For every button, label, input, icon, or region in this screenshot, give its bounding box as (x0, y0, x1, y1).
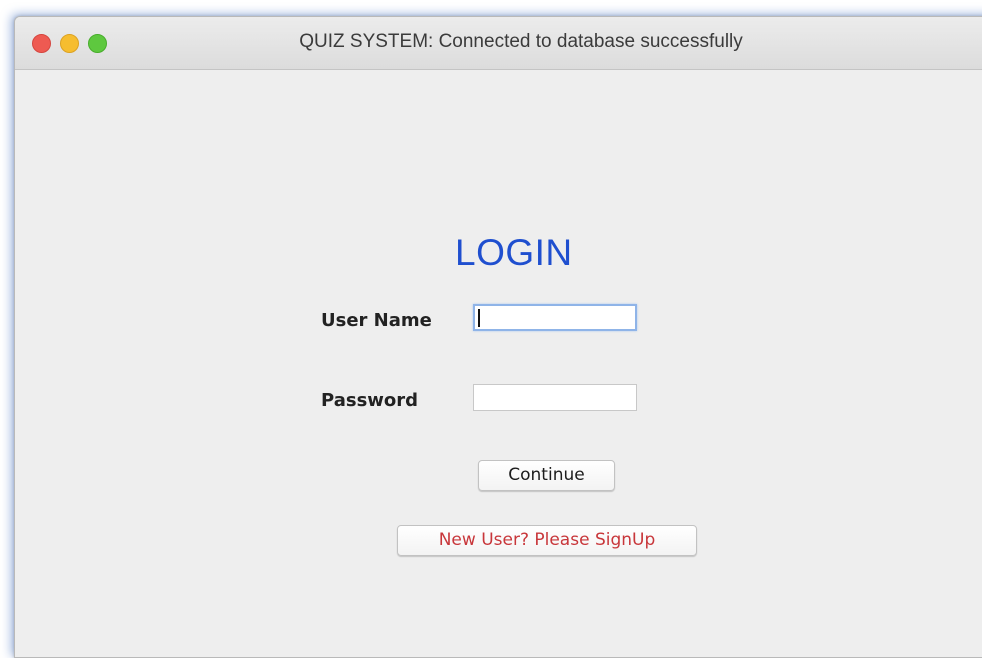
login-window: QUIZ SYSTEM: Connected to database succe… (14, 16, 982, 658)
signup-button[interactable]: New User? Please SignUp (397, 525, 697, 556)
login-panel: LOGIN User Name Password Continue New Us… (15, 70, 982, 657)
username-field[interactable] (473, 304, 637, 331)
continue-button[interactable]: Continue (478, 460, 615, 491)
window-title: QUIZ SYSTEM: Connected to database succe… (299, 31, 743, 52)
login-heading: LOGIN (455, 232, 573, 273)
text-cursor (478, 309, 480, 327)
password-field[interactable] (473, 384, 637, 411)
username-label: User Name (321, 310, 432, 331)
title-bar[interactable]: QUIZ SYSTEM: Connected to database succe… (15, 17, 982, 70)
password-label: Password (321, 390, 419, 411)
